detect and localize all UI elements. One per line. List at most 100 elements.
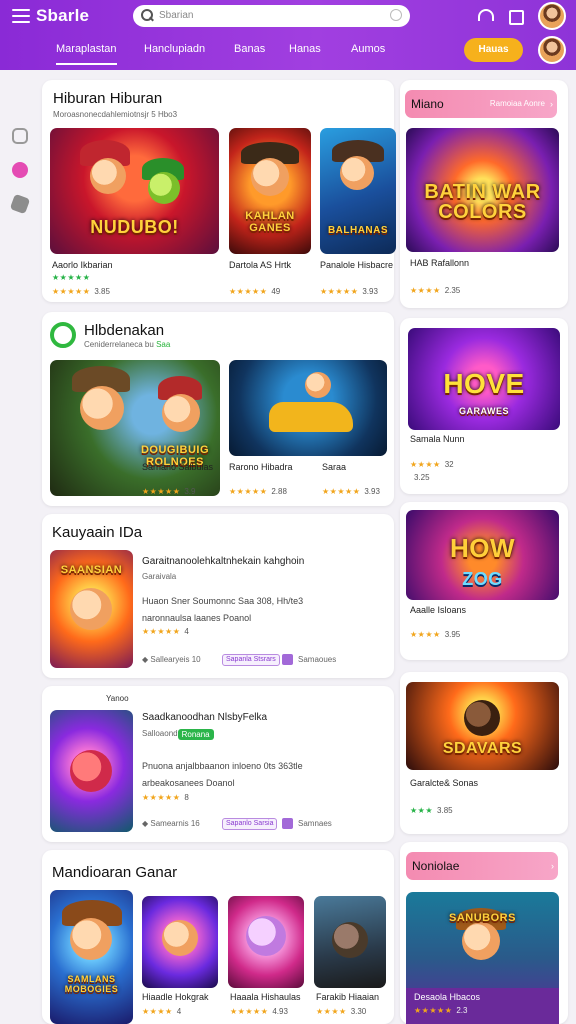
rating: ★★★★★ 2.3 [414,1006,468,1015]
chevron-right-icon: › [551,861,554,871]
game-thumbnail[interactable]: BALHANAS [320,128,396,254]
rating-secondary: 3.25 [414,473,430,482]
tab-categories[interactable]: Hanclupiadn [144,43,205,55]
meta-label: Samaoues [298,655,337,664]
featured-pill[interactable]: Miano Ramoiaa Aonre › [405,90,557,118]
favorite-icon[interactable] [282,654,293,665]
headset-icon[interactable] [477,8,494,22]
pill-label: Miano [411,97,444,111]
game-thumbnail[interactable]: SAANSIAN [50,550,133,668]
game-name[interactable]: Rarono Hibadra [229,462,293,472]
rating: ★★★★★ 4.93 [230,1007,288,1016]
game-name[interactable]: Garalcte& Sonas [410,778,478,788]
section-title: Kauyaain IDa [52,524,143,541]
rating: ★★★★★ 8 [142,793,189,802]
tab-home[interactable]: Maraplastan [56,43,117,65]
menu-icon[interactable] [12,9,30,23]
game-thumbnail[interactable] [142,896,218,988]
heart-icon[interactable] [12,162,28,178]
game-thumbnail[interactable]: NUDUBO! [50,128,219,254]
game-subtitle: Salloaond Ronana [142,729,214,740]
tab-new[interactable]: Hanas [289,43,321,55]
app-brand[interactable]: Sbarle [36,6,89,26]
profile-avatar[interactable] [538,36,566,64]
section-card-2: Hlbdenakan Ceniderrelaneca bu Saa DOUGIB… [42,312,394,506]
side-card-2: HOVE GARAWES Samala Nunn ★★★★ 32 3.25 [400,318,568,494]
avatar[interactable] [538,2,566,30]
bag-icon[interactable] [508,8,524,25]
featured-pill[interactable]: Noniolae › [406,852,558,880]
game-name[interactable]: Dartola AS Hrtk [229,260,291,270]
tab-games[interactable]: Banas [234,43,265,55]
rating: ★★★★★ 3.93 [320,287,378,296]
section-title: Hiburan Hiburan [53,90,163,107]
game-thumbnail[interactable]: SAMLANS MOBOGIES [50,890,133,1024]
game-thumbnail[interactable] [314,896,386,988]
top-bar: Sbarle Sbarian Maraplastan Hanclupiadn B… [0,0,576,70]
game-thumbnail[interactable]: BATIN WAR COLORS [406,128,559,252]
game-description-2: naronnaulsa laanes Poanol [142,613,252,623]
game-name[interactable]: Aaorlo Ikbarian [52,260,113,270]
search-icon [141,9,153,21]
genre-tag[interactable]: Sapanla Stsrars [222,654,280,666]
tab-more[interactable]: Aumos [351,43,385,55]
voice-search-icon[interactable] [390,9,402,21]
game-thumbnail[interactable]: DOUGIBUIG ROLNOES [50,360,220,496]
category-badge-icon [50,322,76,348]
rating: ★★★★★ 3.9 [142,487,196,496]
game-name[interactable]: Garaitnanoolehkaltnhekain kahghoin [142,556,304,567]
section-card-3: Kauyaain IDa SAANSIAN Garaitnanoolehkalt… [42,514,394,678]
game-thumbnail[interactable] [228,896,304,988]
game-subtitle: Garaivala [142,572,177,581]
section-label: Yanoo [106,694,129,703]
game-thumbnail[interactable]: KAHLAN GANES [229,128,311,254]
section-subtitle: Moroasnonecdahlemiotnsjr 5 Hbo3 [53,110,178,119]
cta-button[interactable]: Hauas [464,38,523,62]
rating: ★★★★ 2.35 [410,286,461,295]
pill-label: Noniolae [412,859,460,873]
game-thumbnail[interactable] [50,710,133,832]
rating: ★★★★★ 49 [229,287,281,296]
rating: ★★★★ 3.30 [316,1007,367,1016]
game-name[interactable]: Hiaadle Hokgrak [142,992,209,1002]
players-count: ◆ Samearnis 16 [142,819,200,828]
game-name[interactable]: HAB Rafallonn [410,258,469,268]
game-description-2: arbeakosanees Doanol [142,778,235,788]
game-name[interactable]: Desaola Hbacos [414,992,480,1002]
game-name[interactable]: Saraa [322,462,346,472]
game-thumbnail[interactable] [229,360,387,456]
section-title: Hlbdenakan [84,322,165,339]
side-card-1: Miano Ramoiaa Aonre › BATIN WAR COLORS H… [400,80,568,308]
genre-tag[interactable]: Sapanlo Sarsia [222,818,278,830]
side-card-4: SDAVARS Garalcte& Sonas ★★★ 3.85 [400,672,568,834]
game-description: Pnuona anjalbbaanon inloeno 0ts 363tle [142,761,303,771]
rating: ★★★★ 4 [142,1007,182,1016]
search-placeholder: Sbarian [159,10,194,21]
side-card-5: Noniolae › SANUBORS Desaola Hbacos ★★★★★… [400,842,568,1024]
section-title: Mandioaran Ganar [52,864,178,881]
game-thumbnail[interactable]: SANUBORS [406,892,559,1024]
game-name[interactable]: Sarrlano Salbulas [142,462,213,472]
puzzle-icon[interactable] [9,193,31,215]
game-name[interactable]: Saadkanoodhan NlsbyFelka [142,712,267,723]
favorite-icon[interactable] [282,818,293,829]
section-card-1: Hiburan Hiburan Moroasnonecdahlemiotnsjr… [42,80,396,302]
side-card-3: HOW ZOG Aaalle Isloans ★★★★ 3.95 [400,502,568,660]
game-name[interactable]: Aaalle Isloans [410,605,466,615]
game-thumbnail[interactable]: SDAVARS [406,682,559,770]
pill-sub: Ramoiaa Aonre [489,99,545,108]
controller-icon[interactable] [12,128,28,144]
meta-label: Samnaes [298,819,332,828]
section-subtitle: Ceniderrelaneca bu Saa [84,340,171,349]
search-input[interactable]: Sbarian [133,5,410,27]
rating: ★★★★★ 4 [142,627,189,636]
game-name[interactable]: Panalole Hisbacre [320,260,393,270]
game-thumbnail[interactable]: HOVE GARAWES [408,328,560,430]
game-description: Huaon Sner Soumonnc Saa 308, Hh/te3 [142,596,304,606]
game-name[interactable]: Farakib Hiaaian [316,992,379,1002]
rating: ★★★★★ 2.88 [229,487,287,496]
rating: ★★★ 3.85 [410,806,453,815]
game-name[interactable]: Samala Nunn [410,434,465,444]
game-thumbnail[interactable]: HOW ZOG [406,510,559,600]
game-name[interactable]: Haaala Hishaulas [230,992,301,1002]
